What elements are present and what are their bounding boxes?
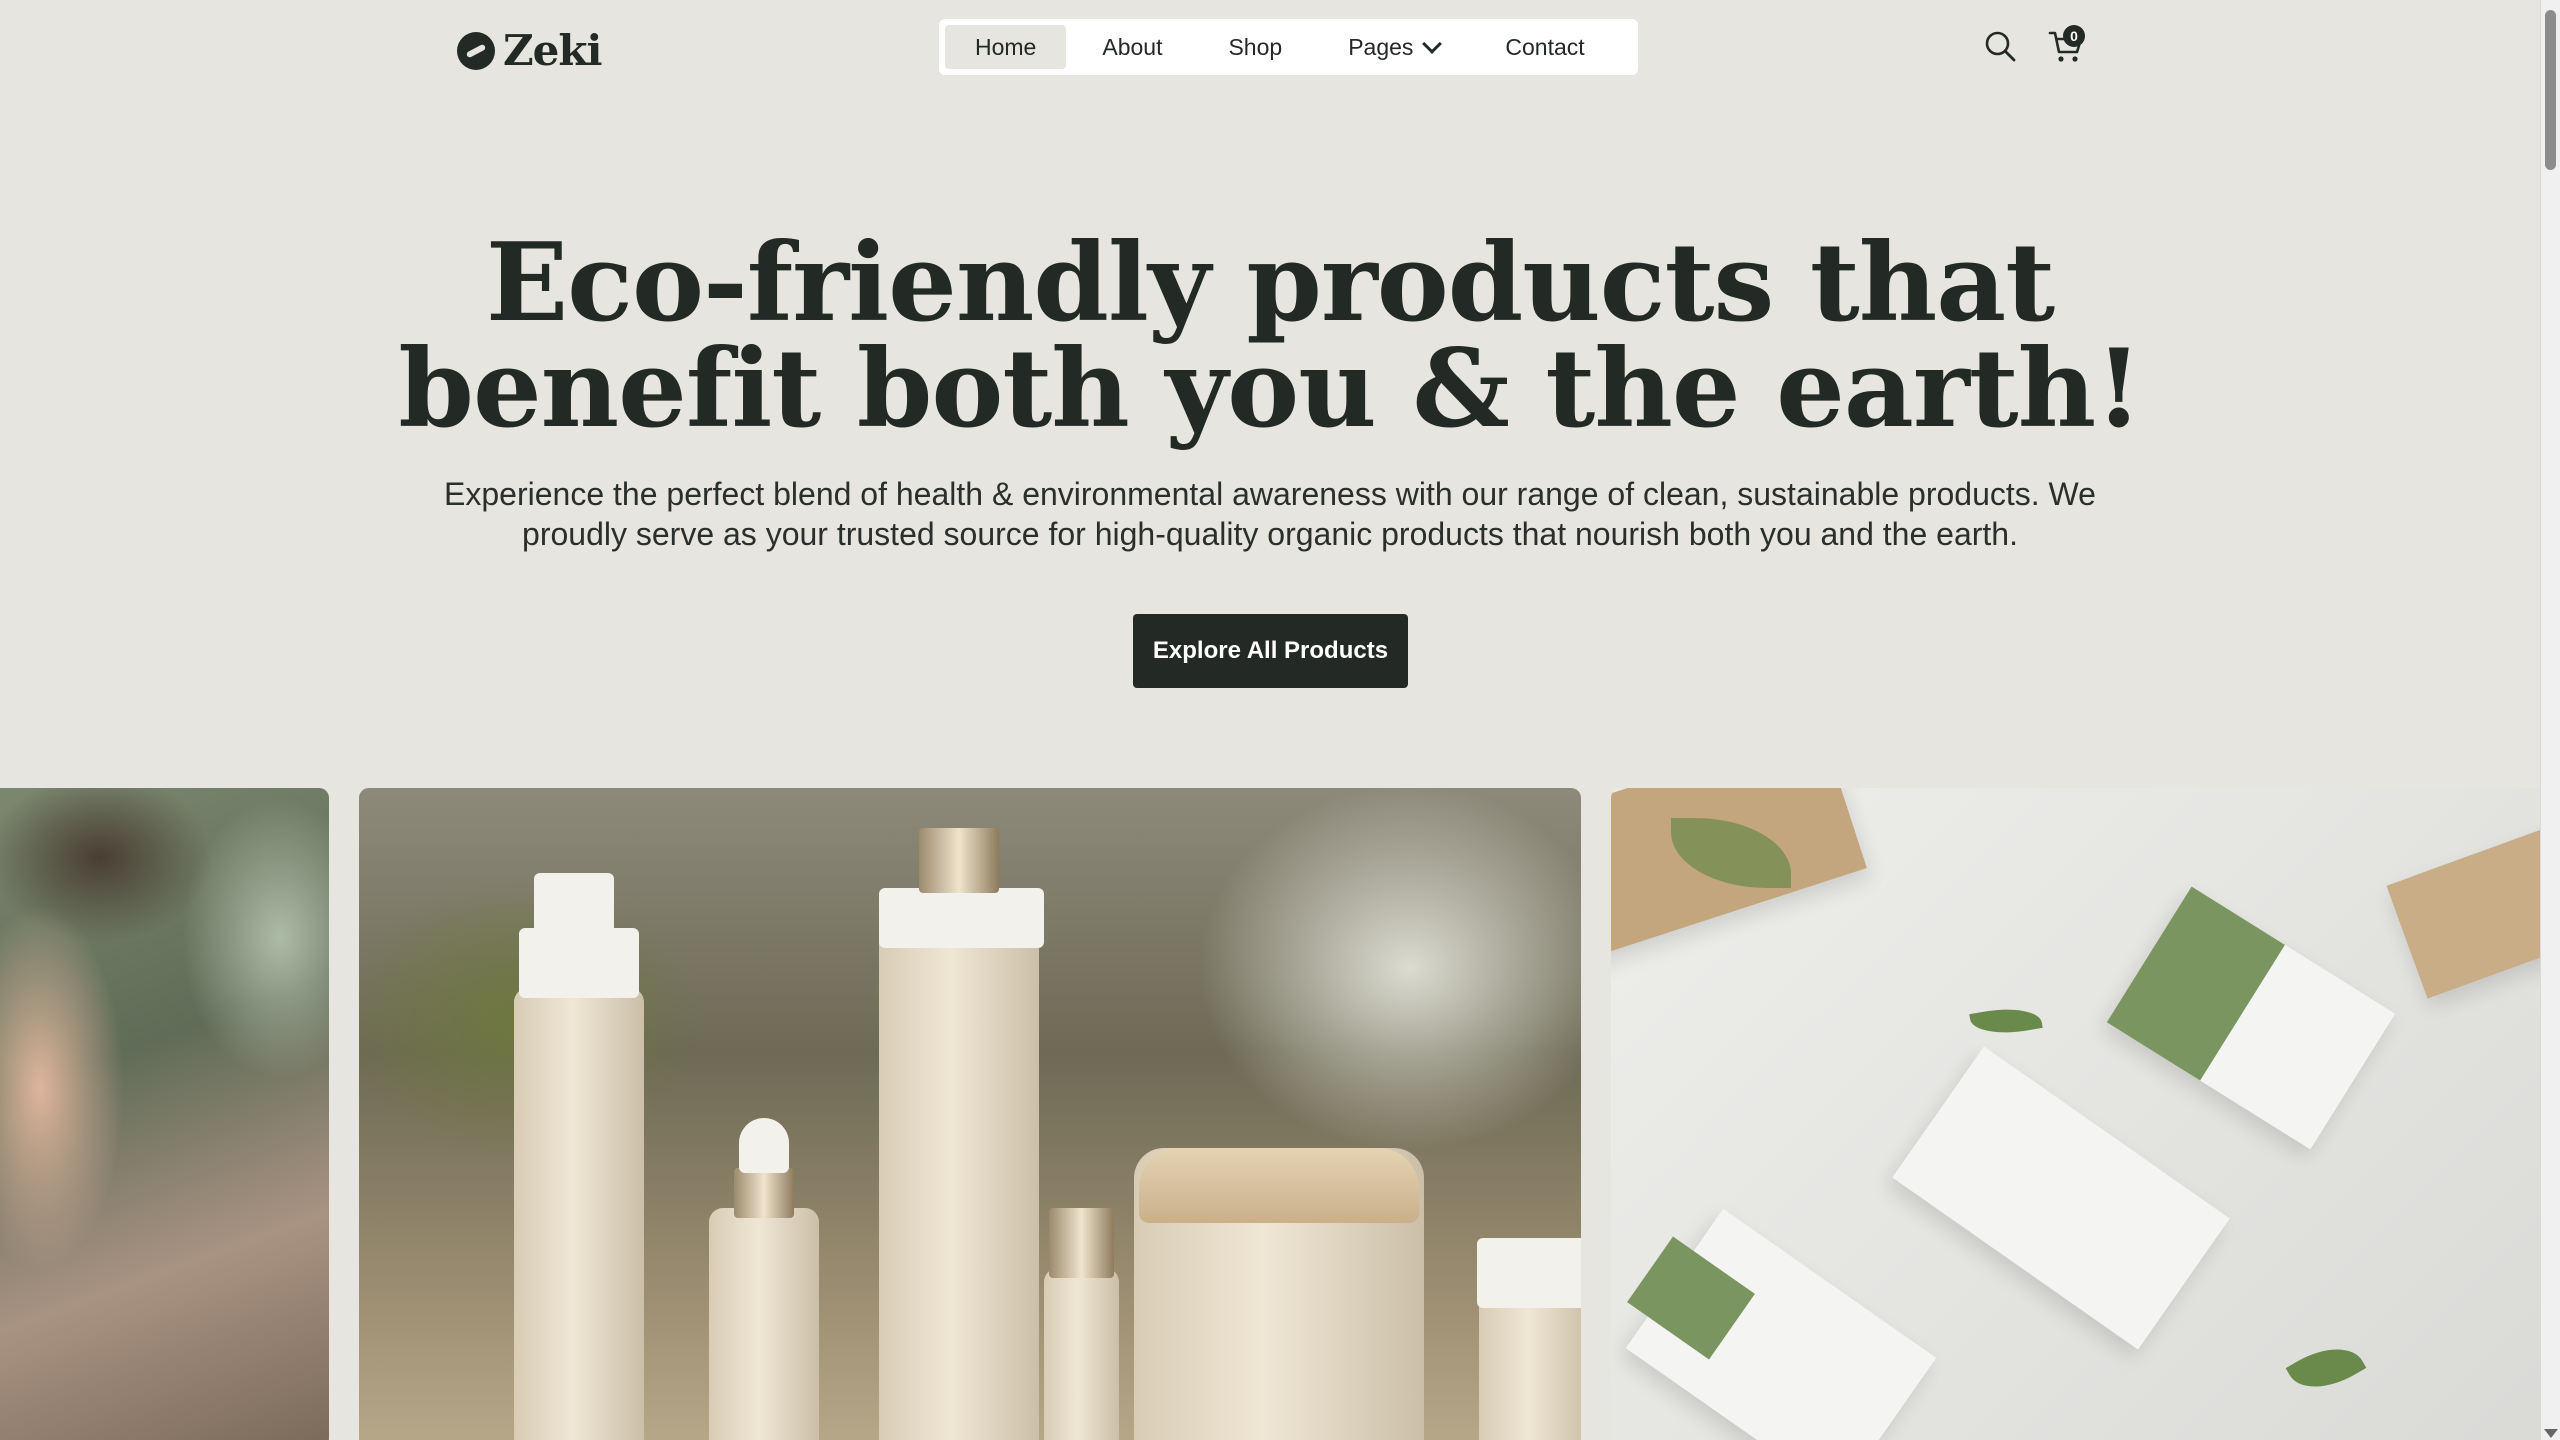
search-icon[interactable] [1984,30,2016,62]
bottle-cap [919,828,999,893]
product-bottle [1044,1268,1119,1440]
bottle-cap [879,888,1044,948]
bottle-cap [519,928,639,998]
gallery-image-woman [0,788,329,1440]
nav-item-about[interactable]: About [1072,25,1192,69]
bottle-cap [1477,1238,1581,1308]
page: Zeki Home About Shop Pages Contact 0 Eco… [0,0,2540,1440]
product-bottle [514,988,644,1440]
nav-item-label: Contact [1505,33,1585,60]
leaf [1969,1002,2043,1040]
nav-item-home[interactable]: Home [945,25,1067,69]
jar-lid [1139,1148,1419,1223]
product-bottle [709,1208,819,1440]
nav-item-pages[interactable]: Pages [1318,25,1469,69]
nav-item-label: Shop [1228,33,1283,60]
main-nav: Home About Shop Pages Contact [939,19,1638,75]
nav-item-label: About [1102,33,1163,60]
product-box [1892,1046,2230,1350]
logo-icon [457,31,495,70]
bottle-cap [1049,1208,1114,1278]
scroll-down-icon[interactable] [2544,1429,2558,1438]
page-scrollbar[interactable] [2540,0,2560,1440]
leaf [2285,1333,2367,1403]
nav-item-label: Pages [1348,33,1414,60]
hero-subtitle-line: proudly serve as your trusted source for… [522,516,2018,552]
hero-title-line: benefit both you & the earth! [398,326,2142,452]
nav-item-label: Home [975,33,1037,60]
hero-title: Eco-friendly products that benefit both … [0,220,2540,452]
bottle-cap [734,1168,794,1218]
explore-products-button[interactable]: Explore All Products [1133,614,1408,688]
hero-title-line: Eco-friendly products that [485,220,2055,346]
brand-logo[interactable]: Zeki [457,26,602,75]
hero-subtitle-line: Experience the perfect blend of health &… [444,476,2096,512]
chevron-down-icon [1422,34,1443,54]
dropper-bulb [739,1118,789,1173]
scrollbar-thumb[interactable] [2545,10,2556,170]
brand-name: Zeki [503,26,602,75]
hero-subtitle: Experience the perfect blend of health &… [420,474,2120,554]
kraft-box [2386,817,2540,999]
cart-count-badge: 0 [2063,25,2085,47]
bottle-pump [534,873,614,933]
gallery-image-bottles [359,788,1581,1440]
product-bottle [879,928,1039,1440]
nav-item-contact[interactable]: Contact [1475,25,1614,69]
gallery-image-boxes [1611,788,2540,1440]
nav-item-shop[interactable]: Shop [1198,25,1312,69]
